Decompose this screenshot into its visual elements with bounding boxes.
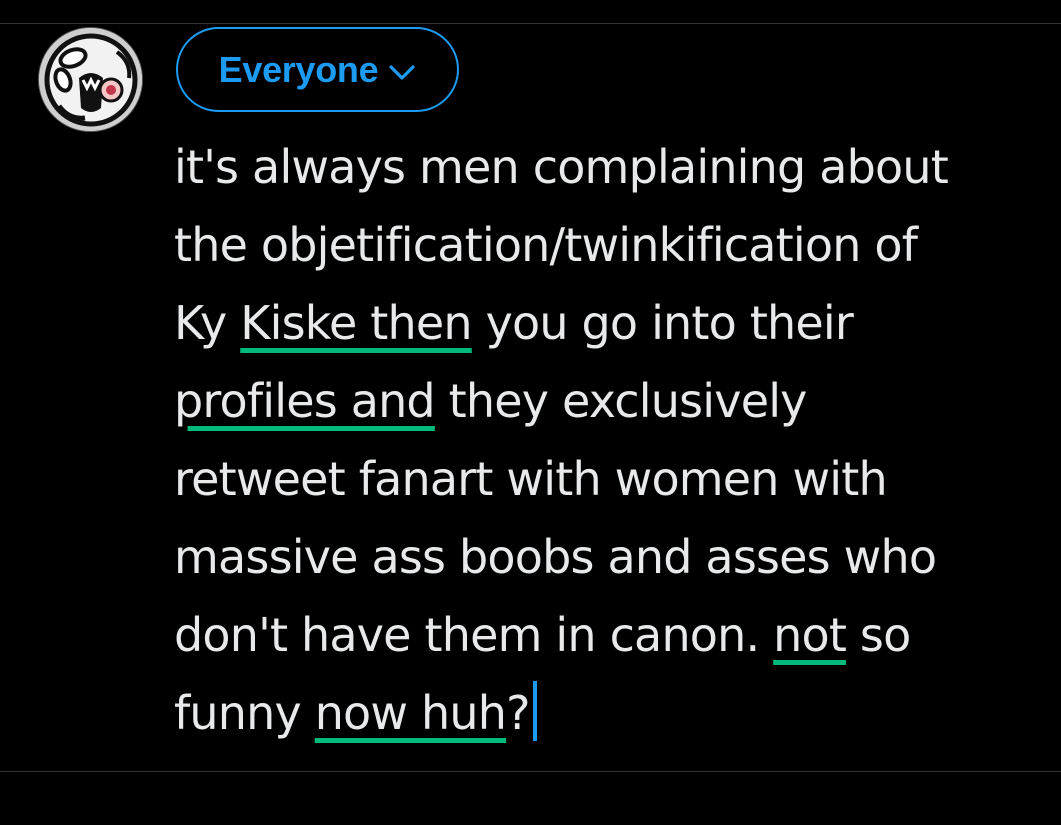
composer-line: don't have them in canon. not so bbox=[174, 596, 1044, 674]
post-composer-textarea[interactable]: it's always men complaining about the obj… bbox=[174, 128, 1044, 752]
composer-text: massive ass boobs and asses who bbox=[174, 530, 937, 584]
composer-text: it's always men complaining about bbox=[174, 140, 949, 194]
top-divider bbox=[0, 23, 1061, 24]
composer-text: they exclusively bbox=[434, 374, 808, 428]
chevron-down-icon bbox=[389, 64, 415, 80]
spellcheck-flagged-word: now huh bbox=[314, 686, 507, 740]
avatar-image bbox=[39, 28, 142, 131]
composer-line: it's always men complaining about bbox=[174, 128, 1044, 206]
composer-text: don't have them in canon. bbox=[174, 608, 774, 662]
composer-line: Ky Kiske then you go into their bbox=[174, 284, 1044, 362]
composer-text: the objetification/twinkification of bbox=[174, 218, 918, 272]
spellcheck-flagged-word: not bbox=[773, 608, 847, 662]
composer-line: profiles and they exclusively bbox=[174, 362, 1044, 440]
composer-line: the objetification/twinkification of bbox=[174, 206, 1044, 284]
composer-line: funny now huh? bbox=[174, 674, 1044, 752]
composer-line: retweet fanart with women with bbox=[174, 440, 1044, 518]
spellcheck-flagged-word: profiles and bbox=[174, 374, 436, 428]
composer-text: Ky bbox=[174, 296, 241, 350]
composer-text: ? bbox=[506, 686, 530, 740]
text-cursor bbox=[532, 681, 537, 741]
bottom-divider bbox=[0, 771, 1061, 772]
composer-text: you go into their bbox=[471, 296, 854, 350]
spellcheck-flagged-word: Kiske then bbox=[240, 296, 472, 350]
composer-text: funny bbox=[174, 686, 315, 740]
audience-selector-button[interactable]: Everyone bbox=[176, 27, 459, 112]
composer-line: massive ass boobs and asses who bbox=[174, 518, 1044, 596]
avatar[interactable] bbox=[38, 27, 143, 132]
composer-text: so bbox=[846, 608, 911, 662]
audience-label: Everyone bbox=[218, 48, 379, 90]
composer-text: retweet fanart with women with bbox=[174, 452, 888, 506]
